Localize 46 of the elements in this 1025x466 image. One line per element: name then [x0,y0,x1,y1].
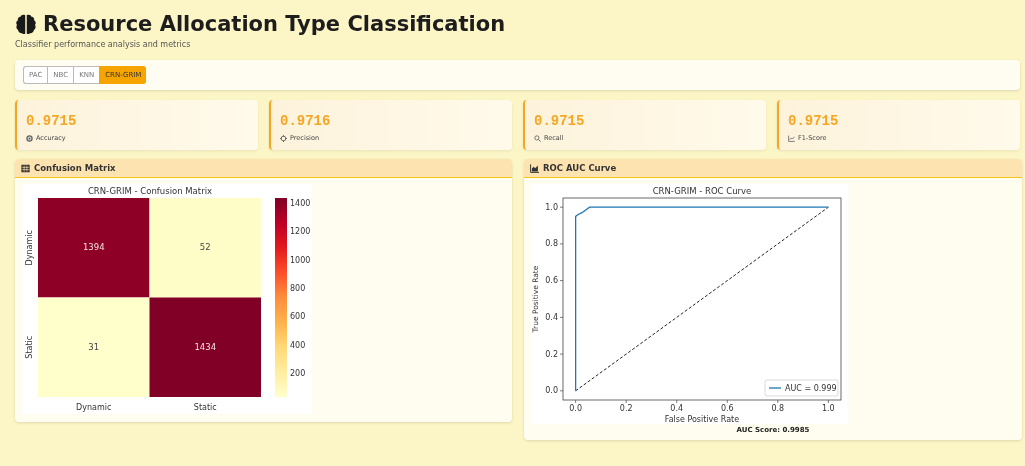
axis-tick-label: 0.8 [545,239,558,249]
chart-title: CRN-GRIM - ROC Curve [652,186,752,196]
colorbar-tick: 1000 [290,255,311,265]
target-icon [26,134,33,142]
colorbar-tick: 1400 [290,198,311,208]
panel-title: ROC AUC Curve [543,163,617,173]
column-label: Static [193,403,217,412]
row-label: Static [25,335,34,359]
axis-tick-label: 1.0 [545,202,558,212]
page-title: Resource Allocation Type Classification [43,12,506,36]
colorbar-tick: 200 [290,369,306,379]
line-chart-icon [788,134,795,142]
axis-tick-label: 0.2 [545,349,558,359]
axis-title: False Positive Rate [664,415,740,424]
chart-title: CRN-GRIM - Confusion Matrix [87,186,213,196]
cell-value: 1434 [194,341,217,352]
colorbar-tick: 1200 [290,227,311,237]
subtitle: Classifier performance analysis and metrics [15,40,191,49]
axis-tick-label: 0.8 [771,404,785,413]
area-chart-icon [530,163,539,173]
cell-value: 1394 [82,242,105,253]
axis-tick-label: 0.6 [720,404,734,413]
colorbar-tick: 400 [290,340,306,350]
colorbar-tick: 800 [290,283,306,293]
axis-tick-label: 0.4 [670,404,684,413]
axis-tick-label: 0.0 [569,404,582,413]
panel-title: Confusion Matrix [34,163,116,173]
crosshair-icon [280,134,287,142]
brain-icon [15,13,37,35]
metric-value: 0.9715 [534,113,585,129]
colorbar-tick: 600 [290,312,306,322]
metric-value: 0.9716 [280,113,331,129]
axis-tick-label: 0.6 [545,276,558,286]
legend-label: AUC = 0.999 [785,384,837,393]
axis-tick-label: 1.0 [822,404,835,413]
metric-value: 0.9715 [788,113,839,129]
cell-value: 31 [88,341,100,352]
axis-tick-label: 0.2 [619,404,633,413]
cell-value: 52 [199,242,211,253]
column-label: Dynamic [76,403,112,412]
axis-tick-label: 0.0 [545,386,558,396]
search-icon [534,134,541,142]
table-icon [21,163,30,173]
row-label: Dynamic [25,230,34,266]
metric-value: 0.9715 [26,113,77,129]
axis-tick-label: 0.4 [545,312,558,322]
